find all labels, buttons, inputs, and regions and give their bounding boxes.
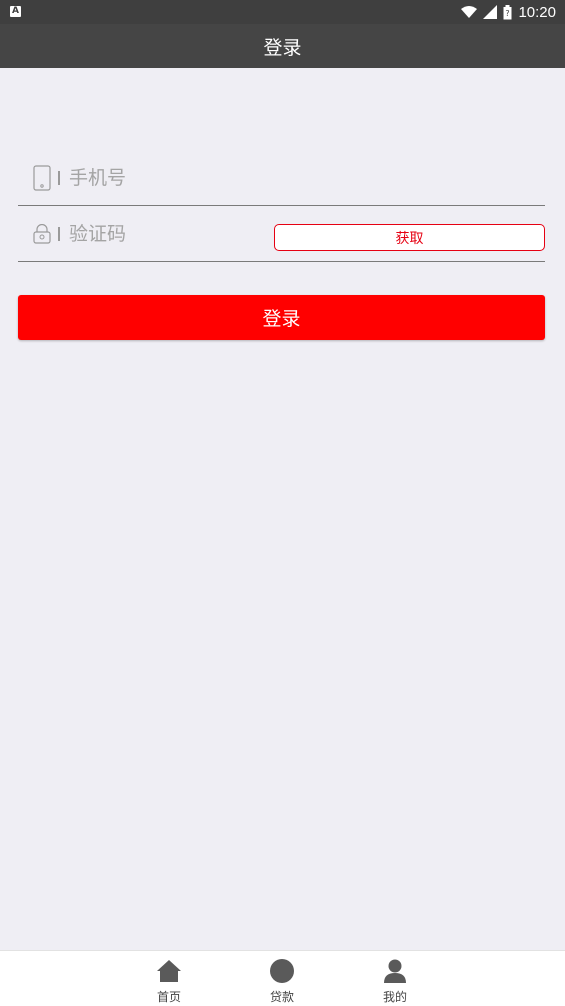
code-input[interactable] [69,222,269,245]
login-button-label: 登录 [262,308,301,330]
battery-icon: ? [503,4,512,19]
circle-icon [269,958,295,984]
get-code-label: 获取 [395,230,424,247]
get-code-button[interactable]: 获取 [274,224,545,251]
status-bar: A ? 10:20 [0,0,565,24]
home-icon [156,958,182,984]
bottom-tab-bar: 首页 贷款 我的 [0,950,565,1006]
status-time: 10:20 [518,3,556,21]
phone-input[interactable] [69,166,269,189]
page-title: 登录 [263,36,302,59]
svg-text:?: ? [506,9,510,18]
phone-icon [30,163,54,193]
tab-loan-label: 贷款 [269,990,294,1004]
title-bar: 登录 [0,24,565,68]
lock-icon [30,219,54,249]
signal-icon [483,5,498,19]
wifi-icon [461,5,478,18]
tab-home[interactable]: 首页 [129,951,209,1006]
login-form: 获取 [18,150,545,262]
code-row: 获取 [18,206,545,262]
tab-loan[interactable]: 贷款 [242,951,322,1006]
tab-mine-label: 我的 [382,990,407,1004]
phone-row [18,150,545,206]
tab-home-label: 首页 [156,990,181,1004]
login-button[interactable]: 登录 [18,295,545,340]
divider [58,226,60,241]
tab-mine[interactable]: 我的 [355,951,435,1006]
person-icon [382,958,408,984]
divider [58,170,60,185]
status-indicators: ? 10:20 [461,0,556,24]
notification-a-icon: A [10,6,21,17]
